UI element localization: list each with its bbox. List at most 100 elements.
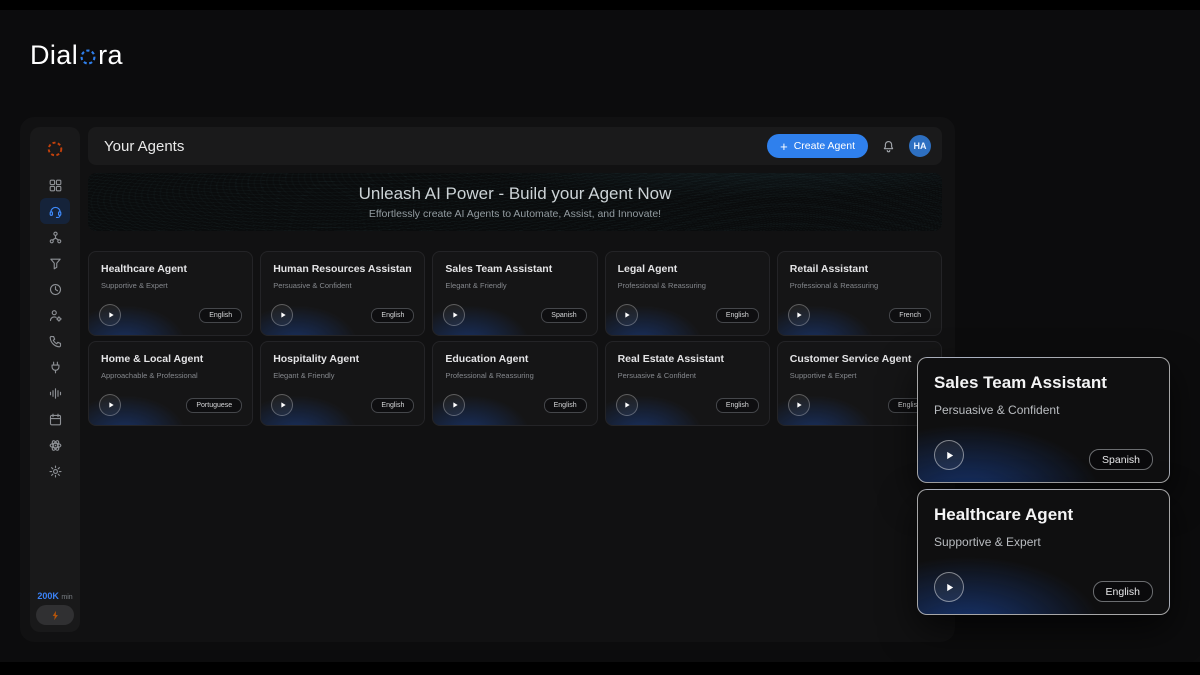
agent-card-tone: Elegant & Friendly <box>273 371 412 380</box>
agent-card[interactable]: Legal Agent Professional & Reassuring En… <box>605 251 770 336</box>
sidebar-footer: 200K min <box>36 591 74 625</box>
sidebar-item-waveform[interactable] <box>40 380 70 406</box>
sidebar-logo-ring-icon <box>46 139 64 159</box>
agent-card[interactable]: Education Agent Professional & Reassurin… <box>432 341 597 426</box>
play-button[interactable] <box>616 304 638 326</box>
agent-card-footer: French <box>788 304 931 326</box>
bell-icon[interactable] <box>881 139 896 154</box>
sidebar-item-agents-headset[interactable] <box>40 198 70 224</box>
agent-card-footer: English <box>616 304 759 326</box>
calendar-icon <box>48 412 63 427</box>
create-agent-label: Create Agent <box>794 140 855 152</box>
agent-preview-footer: Spanish <box>934 440 1153 470</box>
sidebar-item-phone[interactable] <box>40 328 70 354</box>
minutes-value: 200K <box>37 591 59 601</box>
promo-banner: Unleash AI Power - Build your Agent Now … <box>88 173 942 231</box>
sidebar-item-funnel[interactable] <box>40 250 70 276</box>
agent-card-tone: Supportive & Expert <box>101 281 240 290</box>
agents-grid: Healthcare Agent Supportive & Expert Eng… <box>88 251 942 426</box>
play-button[interactable] <box>99 304 121 326</box>
language-badge: English <box>371 398 414 413</box>
language-badge: English <box>371 308 414 323</box>
funnel-icon <box>48 256 63 271</box>
agent-preview-footer: English <box>934 572 1153 602</box>
topbar: Your Agents + Create Agent HA <box>88 127 942 165</box>
agent-preview-card: Healthcare Agent Supportive & Expert Eng… <box>917 489 1170 615</box>
language-badge: French <box>889 308 931 323</box>
agent-card-tone: Supportive & Expert <box>790 371 929 380</box>
play-button[interactable] <box>934 440 964 470</box>
agent-card[interactable]: Sales Team Assistant Elegant & Friendly … <box>432 251 597 336</box>
agent-card-title: Hospitality Agent <box>273 353 412 365</box>
agent-preview-tone: Persuasive & Confident <box>934 403 1153 417</box>
agent-card-title: Sales Team Assistant <box>445 263 584 275</box>
agent-card-footer: English <box>616 394 759 416</box>
agent-card-title: Customer Service Agent <box>790 353 929 365</box>
sidebar-item-team-hierarchy[interactable] <box>40 224 70 250</box>
history-icon <box>48 282 63 297</box>
avatar[interactable]: HA <box>909 135 931 157</box>
agent-card-footer: English <box>443 394 586 416</box>
play-button[interactable] <box>271 304 293 326</box>
sidebar: 200K min <box>30 127 80 632</box>
agent-card[interactable]: Home & Local Agent Approachable & Profes… <box>88 341 253 426</box>
sidebar-nav <box>40 172 70 484</box>
language-badge: English <box>544 398 587 413</box>
atom-icon <box>48 438 63 453</box>
minutes-remaining: 200K min <box>37 591 72 601</box>
sidebar-item-settings-gear[interactable] <box>40 458 70 484</box>
agent-card[interactable]: Human Resources Assistant Persuasive & C… <box>260 251 425 336</box>
language-badge: English <box>716 398 759 413</box>
sidebar-item-user-settings[interactable] <box>40 302 70 328</box>
agent-preview-tone: Supportive & Expert <box>934 535 1153 549</box>
agent-card-footer: English <box>99 304 242 326</box>
sidebar-item-dashboard[interactable] <box>40 172 70 198</box>
play-button[interactable] <box>99 394 121 416</box>
play-button[interactable] <box>788 394 810 416</box>
brand-text-prefix: Dial <box>30 40 78 71</box>
agent-card-tone: Persuasive & Confident <box>273 281 412 290</box>
agent-card[interactable]: Hospitality Agent Elegant & Friendly Eng… <box>260 341 425 426</box>
banner-title: Unleash AI Power - Build your Agent Now <box>359 184 672 204</box>
brand-logo: Dial ra <box>30 40 123 71</box>
play-button[interactable] <box>443 304 465 326</box>
play-button[interactable] <box>271 394 293 416</box>
sidebar-item-atom[interactable] <box>40 432 70 458</box>
language-badge: English <box>199 308 242 323</box>
language-badge: Spanish <box>1089 449 1153 470</box>
language-badge: English <box>716 308 759 323</box>
agent-card-title: Healthcare Agent <box>101 263 240 275</box>
boost-button[interactable] <box>36 605 74 625</box>
language-badge: Portuguese <box>186 398 242 413</box>
sidebar-item-history[interactable] <box>40 276 70 302</box>
play-button[interactable] <box>616 394 638 416</box>
agent-card-tone: Professional & Reassuring <box>618 281 757 290</box>
agent-card-footer: Spanish <box>443 304 586 326</box>
dashboard-icon <box>48 178 63 193</box>
agent-card-tone: Professional & Reassuring <box>445 371 584 380</box>
agent-card-title: Real Estate Assistant <box>618 353 757 365</box>
agent-card-footer: English <box>271 304 414 326</box>
play-button[interactable] <box>934 572 964 602</box>
agent-card-tone: Professional & Reassuring <box>790 281 929 290</box>
sidebar-item-plug[interactable] <box>40 354 70 380</box>
create-agent-button[interactable]: + Create Agent <box>767 134 868 158</box>
sidebar-item-calendar[interactable] <box>40 406 70 432</box>
agent-card-footer: English <box>271 394 414 416</box>
minutes-unit: min <box>61 594 72 601</box>
user-settings-icon <box>48 308 63 323</box>
banner-subtitle: Effortlessly create AI Agents to Automat… <box>369 208 661 220</box>
agent-card[interactable]: Real Estate Assistant Persuasive & Confi… <box>605 341 770 426</box>
app-container: 200K min Your Agents + Create Agent <box>20 117 955 642</box>
agent-card-title: Retail Assistant <box>790 263 929 275</box>
play-button[interactable] <box>788 304 810 326</box>
plug-icon <box>48 360 63 375</box>
play-button[interactable] <box>443 394 465 416</box>
agent-card[interactable]: Healthcare Agent Supportive & Expert Eng… <box>88 251 253 336</box>
agent-card-tone: Persuasive & Confident <box>618 371 757 380</box>
agent-card-tone: Approachable & Professional <box>101 371 240 380</box>
agent-card[interactable]: Retail Assistant Professional & Reassuri… <box>777 251 942 336</box>
agent-card-title: Human Resources Assistant <box>273 263 412 275</box>
agent-card-tone: Elegant & Friendly <box>445 281 584 290</box>
brand-ring-icon <box>79 48 97 66</box>
